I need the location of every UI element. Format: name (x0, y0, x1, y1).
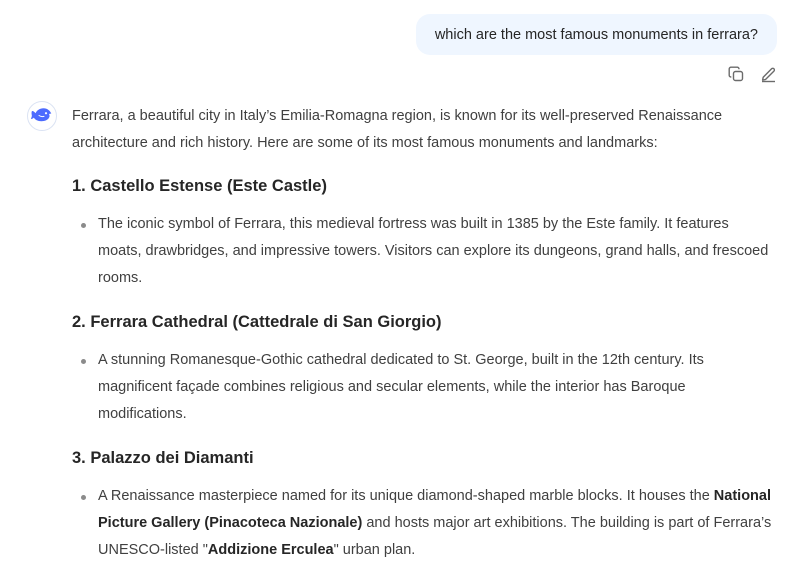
section-heading-palazzo: 3. Palazzo dei Diamanti (72, 449, 254, 467)
copy-icon[interactable] (727, 65, 745, 83)
user-message-text: which are the most famous monuments in f… (434, 26, 758, 43)
section-heading-cathedral: 2. Ferrara Cathedral (Cattedrale di San … (72, 313, 442, 331)
assistant-avatar (27, 101, 57, 131)
list-item: A Renaissance masterpiece named for its … (72, 483, 772, 564)
message-actions (727, 65, 777, 83)
assistant-answer: Ferrara, a beautiful city in Italy’s Emi… (72, 103, 772, 581)
list-item: The iconic symbol of Ferrara, this medie… (72, 211, 772, 292)
list-item: A stunning Romanesque-Gothic cathedral d… (72, 347, 772, 428)
edit-icon[interactable] (759, 65, 777, 83)
user-message-bubble: which are the most famous monuments in f… (415, 14, 777, 55)
bullet-text-3: " urban plan. (333, 542, 416, 558)
section-list-palazzo: A Renaissance masterpiece named for its … (72, 483, 772, 564)
section-heading-castello: 1. Castello Estense (Este Castle) (72, 177, 327, 195)
whale-logo-icon (30, 106, 53, 127)
bold-addizione: Addizione Erculea (207, 542, 334, 558)
bullet-text-1: A Renaissance masterpiece named for its … (98, 488, 714, 504)
answer-intro: Ferrara, a beautiful city in Italy’s Emi… (72, 108, 723, 151)
section-list-castello: The iconic symbol of Ferrara, this medie… (72, 211, 772, 292)
section-list-cathedral: A stunning Romanesque-Gothic cathedral d… (72, 347, 772, 428)
